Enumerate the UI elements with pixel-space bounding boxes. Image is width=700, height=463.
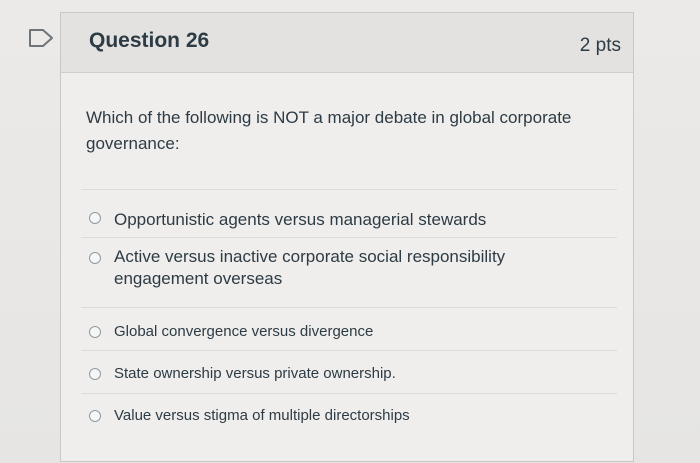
radio-button[interactable] (89, 252, 101, 264)
radio-button[interactable] (89, 326, 101, 338)
question-title: Question 26 (89, 29, 210, 52)
radio-button[interactable] (89, 410, 101, 422)
answer-list: Opportunistic agents versus managerial s… (81, 189, 617, 441)
radio-button[interactable] (89, 212, 101, 224)
answer-option[interactable]: Active versus inactive corporate social … (81, 237, 617, 307)
flag-icon[interactable] (28, 28, 54, 48)
quiz-page: Question 26 2 pts Which of the following… (0, 0, 700, 463)
question-points: 2 pts (579, 35, 621, 56)
answer-option[interactable]: State ownership versus private ownership… (81, 350, 617, 393)
question-header: Question 26 2 pts (61, 13, 633, 73)
answer-label[interactable]: Value versus stigma of multiple director… (114, 406, 584, 426)
answer-option[interactable]: Value versus stigma of multiple director… (81, 393, 617, 441)
answer-option[interactable]: Global convergence versus divergence (81, 307, 617, 350)
radio-button[interactable] (89, 368, 101, 380)
answer-label[interactable]: State ownership versus private ownership… (114, 364, 584, 384)
question-text: Which of the following is NOT a major de… (86, 108, 572, 153)
question-card: Question 26 2 pts Which of the following… (60, 12, 634, 462)
answer-label[interactable]: Active versus inactive corporate social … (114, 246, 554, 290)
answer-label[interactable]: Opportunistic agents versus managerial s… (114, 209, 594, 231)
answer-option[interactable]: Opportunistic agents versus managerial s… (81, 189, 617, 237)
answer-label[interactable]: Global convergence versus divergence (114, 322, 584, 342)
